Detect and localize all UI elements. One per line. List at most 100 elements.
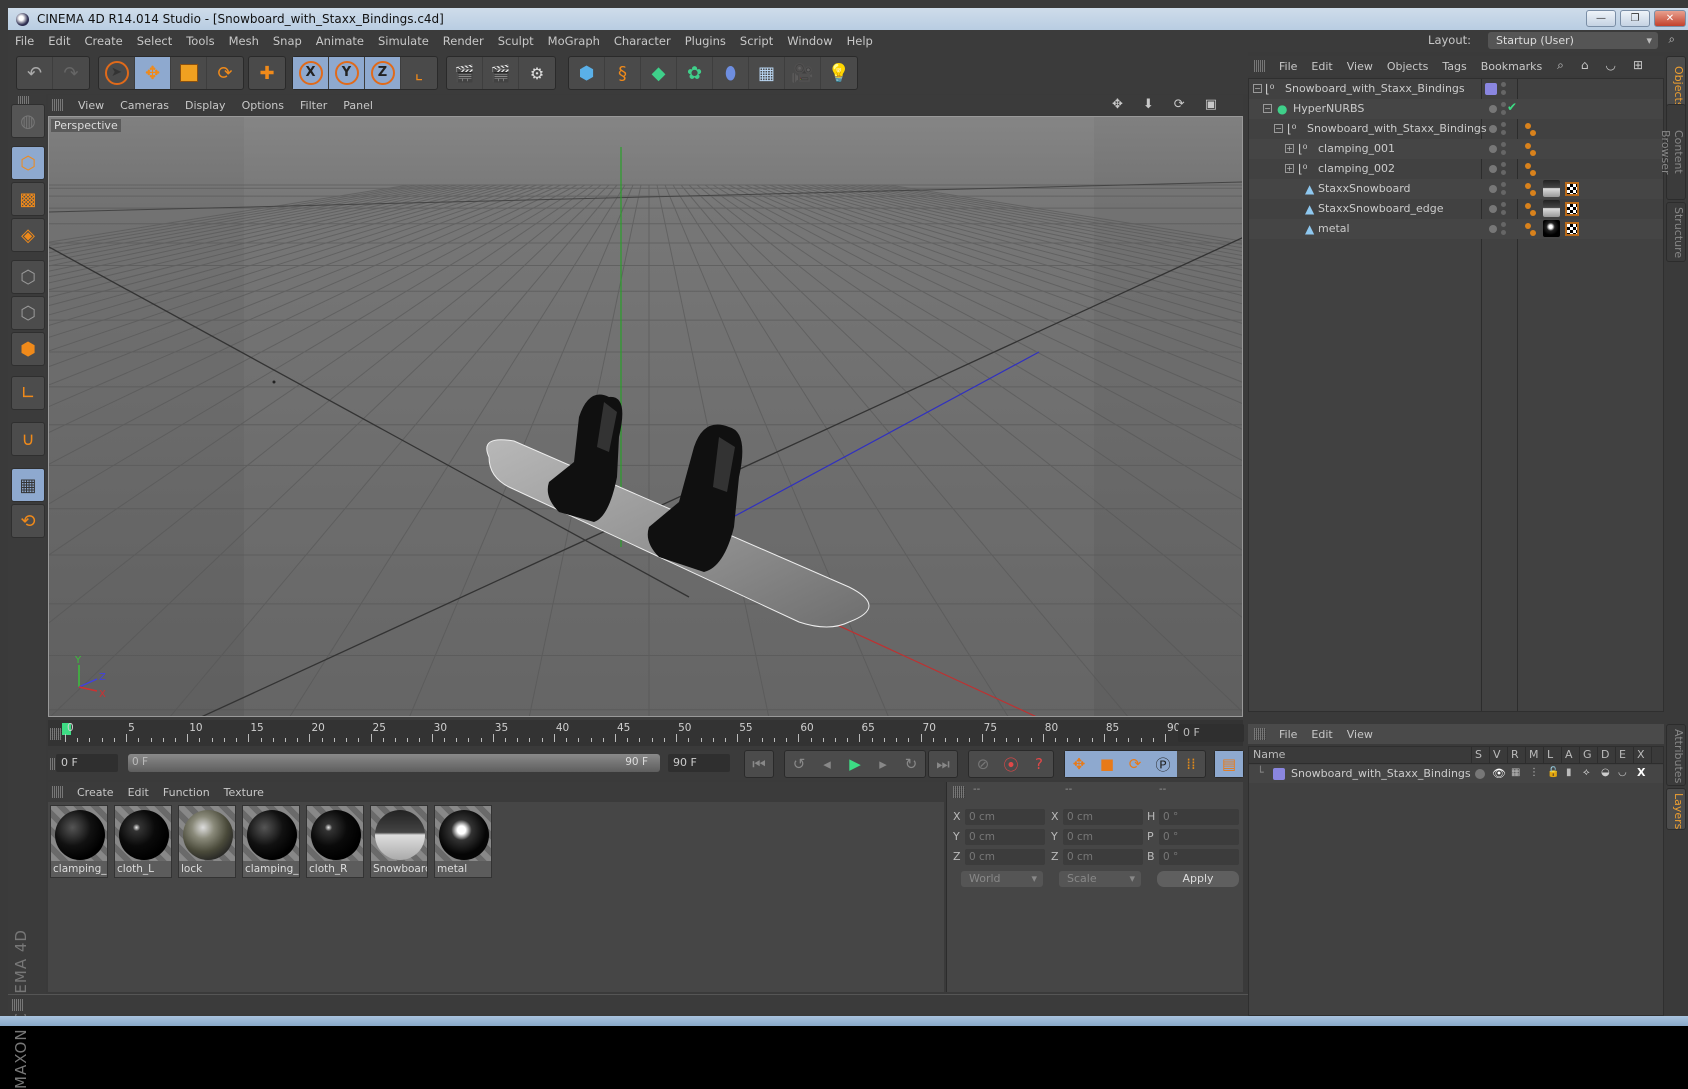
view-eye-icon[interactable]: 👁 xyxy=(1492,767,1506,780)
array-icon[interactable]: ✿ xyxy=(677,57,713,89)
material-swatch[interactable]: cloth_R xyxy=(306,805,364,878)
points-mode-icon[interactable]: ⬡ xyxy=(11,260,45,294)
rotation-p-field[interactable]: 0 ° xyxy=(1159,829,1239,845)
expand-toggle[interactable]: + xyxy=(1285,164,1294,173)
editor-visibility-dot[interactable] xyxy=(1501,122,1506,127)
editor-visibility-dot[interactable] xyxy=(1501,222,1506,227)
floor-icon[interactable]: ▦ xyxy=(749,57,785,89)
material-swatch[interactable]: lock xyxy=(178,805,236,878)
material-tag-icon[interactable] xyxy=(1543,220,1560,237)
position-y-field[interactable]: 0 cm xyxy=(965,829,1045,845)
render-visibility-dot[interactable] xyxy=(1501,110,1506,115)
eye-icon[interactable]: ◡ xyxy=(1598,58,1625,72)
locked-workplane-icon[interactable]: ⟲ xyxy=(11,504,45,538)
deformer-icon[interactable]: ⬮ xyxy=(713,57,749,89)
menu-create[interactable]: Create xyxy=(78,34,130,48)
layer-manager-grip[interactable] xyxy=(1254,728,1266,740)
menu-window[interactable]: Window xyxy=(780,34,839,48)
workplane-lock-icon[interactable]: ▦ xyxy=(11,468,45,502)
timeline-window-icon[interactable]: ▤ xyxy=(1215,751,1243,777)
object-menu-tags[interactable]: Tags xyxy=(1435,60,1473,73)
close-button[interactable]: ✕ xyxy=(1654,10,1686,27)
material-swatch[interactable]: clamping_L xyxy=(50,805,108,878)
material-swatch[interactable]: cloth_L xyxy=(114,805,172,878)
orbit-icon[interactable]: ⟳ xyxy=(1166,97,1197,112)
layer-dot[interactable] xyxy=(1489,185,1497,193)
menu-mograph[interactable]: MoGraph xyxy=(541,34,607,48)
object-row[interactable]: ▲ StaxxSnowboard xyxy=(1249,179,1663,199)
help-record-icon[interactable]: ? xyxy=(1025,751,1053,777)
editor-visibility-dot[interactable] xyxy=(1501,182,1506,187)
subdivision-surface-icon[interactable]: ◆ xyxy=(641,57,677,89)
object-menu-view[interactable]: View xyxy=(1340,60,1380,73)
render-visibility-dot[interactable] xyxy=(1501,90,1506,95)
viewport-menu-view[interactable]: View xyxy=(70,99,112,112)
model-mode-icon[interactable]: ⬡ xyxy=(11,146,45,180)
search-icon[interactable]: ⌕ xyxy=(1550,58,1574,72)
column-manager-header[interactable]: M xyxy=(1529,748,1539,761)
x-axis-lock-icon[interactable]: X xyxy=(293,57,329,89)
goto-start-icon[interactable]: ⏮ xyxy=(745,751,773,777)
menu-character[interactable]: Character xyxy=(607,34,678,48)
xref-icon[interactable]: X xyxy=(1637,766,1645,779)
animation-film-icon[interactable]: ▮ xyxy=(1566,767,1572,778)
next-key-icon[interactable]: ↻ xyxy=(897,751,925,777)
column-animation-header[interactable]: A xyxy=(1565,748,1573,761)
object-menu-bookmarks[interactable]: Bookmarks xyxy=(1474,60,1549,73)
phong-tag-icon[interactable] xyxy=(1525,121,1537,137)
material-menu-create[interactable]: Create xyxy=(70,786,121,799)
tab-attributes[interactable]: Attributes xyxy=(1666,724,1686,786)
menu-edit[interactable]: Edit xyxy=(41,34,77,48)
start-frame-field[interactable]: 0 F xyxy=(56,754,118,772)
size-z-field[interactable]: 0 cm xyxy=(1063,849,1143,865)
status-grip[interactable] xyxy=(12,999,24,1011)
z-axis-lock-icon[interactable]: Z xyxy=(365,57,401,89)
menu-sculpt[interactable]: Sculpt xyxy=(491,34,541,48)
material-swatch[interactable]: clamping_R xyxy=(242,805,300,878)
world-coordinate-icon[interactable]: ⌞ xyxy=(401,57,437,89)
render-settings-icon[interactable]: ⚙ xyxy=(519,57,555,89)
phong-tag-icon[interactable] xyxy=(1525,181,1537,197)
new-window-icon[interactable]: ⊞ xyxy=(1626,58,1653,72)
recent-tools-icon[interactable]: ✚ xyxy=(249,57,285,89)
minimize-button[interactable]: — xyxy=(1586,10,1616,27)
editor-visibility-dot[interactable] xyxy=(1501,82,1506,87)
spline-pen-icon[interactable]: § xyxy=(605,57,641,89)
column-view-header[interactable]: V xyxy=(1493,748,1501,761)
column-generators-header[interactable]: G xyxy=(1583,748,1592,761)
material-swatch[interactable]: metal xyxy=(434,805,492,878)
viewport-grip[interactable] xyxy=(52,99,64,111)
tab-layers[interactable]: Layers xyxy=(1666,788,1686,830)
record-rotation-icon[interactable]: ⟳ xyxy=(1121,751,1149,777)
home-icon[interactable]: ⌂ xyxy=(1574,58,1599,72)
material-tag-icon[interactable] xyxy=(1543,180,1560,197)
object-row[interactable]: ▲ metal xyxy=(1249,219,1663,239)
phong-tag-icon[interactable] xyxy=(1525,161,1537,177)
object-row[interactable]: − ● HyperNURBS ✔ xyxy=(1249,99,1663,119)
edges-mode-icon[interactable]: ⬡ xyxy=(11,296,45,330)
menu-render[interactable]: Render xyxy=(436,34,491,48)
make-editable-icon[interactable]: ◍ xyxy=(11,104,45,138)
viewport-menu-cameras[interactable]: Cameras xyxy=(112,99,177,112)
material-menu-texture[interactable]: Texture xyxy=(217,786,271,799)
material-grip[interactable] xyxy=(52,786,64,798)
redo-icon[interactable]: ↷ xyxy=(53,57,89,89)
live-selection-icon[interactable]: ➤ xyxy=(99,57,135,89)
record-point-level-icon[interactable]: ⁞⁞ xyxy=(1177,751,1205,777)
layer-dot[interactable] xyxy=(1489,105,1497,113)
light-icon[interactable]: 💡 xyxy=(821,57,857,89)
menu-mesh[interactable]: Mesh xyxy=(222,34,266,48)
column-expressions-header[interactable]: E xyxy=(1619,748,1626,761)
pan-icon[interactable]: ✥ xyxy=(1104,97,1135,112)
size-x-field[interactable]: 0 cm xyxy=(1063,809,1143,825)
expression-cup-icon[interactable]: ◡ xyxy=(1618,767,1627,778)
menu-file[interactable]: File xyxy=(8,34,41,48)
object-row[interactable]: + ⌊⁰ clamping_001 xyxy=(1249,139,1663,159)
enabled-check-icon[interactable]: ✔ xyxy=(1507,100,1517,114)
deformer-icon[interactable]: ◒ xyxy=(1601,767,1610,778)
layer-dot[interactable] xyxy=(1489,125,1497,133)
menu-select[interactable]: Select xyxy=(130,34,179,48)
phong-tag-icon[interactable] xyxy=(1525,201,1537,217)
record-position-icon[interactable]: ✥ xyxy=(1065,751,1093,777)
coordinates-grip[interactable] xyxy=(953,786,965,798)
